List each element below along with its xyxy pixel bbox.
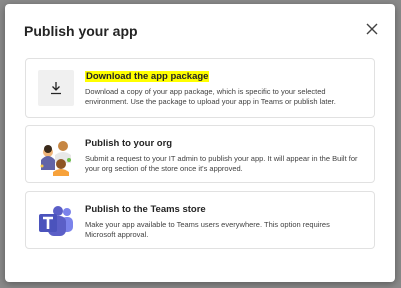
publish-dialog: Publish your app Download the app packag… [5, 4, 395, 282]
dialog-title: Publish your app [24, 23, 138, 39]
option-description: Submit a request to your IT admin to pub… [85, 154, 358, 173]
option-heading: Download the app package [85, 71, 210, 82]
option-description: Make your app available to Teams users e… [85, 220, 330, 239]
option-heading: Publish to the Teams store [85, 204, 206, 215]
publish-to-org-option[interactable]: Publish to your org Submit a request to … [25, 125, 375, 183]
option-heading: Publish to your org [85, 138, 173, 149]
option-description: Download a copy of your app package, whi… [85, 87, 336, 106]
download-icon [38, 70, 74, 106]
download-package-option[interactable]: Download the app package Download a copy… [25, 58, 375, 118]
teams-logo-icon [36, 202, 76, 242]
close-icon[interactable] [365, 22, 379, 36]
people-illustration-icon [36, 136, 76, 176]
publish-to-teams-store-option[interactable]: Publish to the Teams store Make your app… [25, 191, 375, 249]
